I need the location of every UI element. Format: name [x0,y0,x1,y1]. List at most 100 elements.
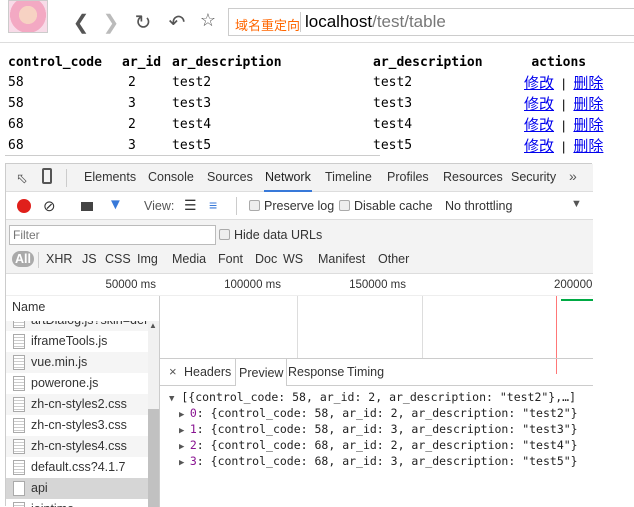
delete-link[interactable]: 删除 [573,75,603,92]
expand-triangle-icon[interactable]: ▶ [179,458,190,468]
close-icon[interactable]: × [169,364,177,379]
type-filter-manifest[interactable]: Manifest [318,252,365,266]
waterfall-view-icon[interactable]: ≡ [209,197,217,213]
type-filter-css[interactable]: CSS [105,252,131,266]
tab-network[interactable]: Network [264,170,312,192]
preview-item[interactable]: ▶ 0: {control_code: 58, ar_id: 2, ar_des… [179,406,578,420]
request-row[interactable]: zh-cn-styles3.css [6,415,148,436]
edit-link[interactable]: 修改 [524,138,554,155]
type-filter-other[interactable]: Other [378,252,409,266]
request-row[interactable]: zh-cn-styles2.css [6,394,148,415]
clear-icon[interactable]: ⊘ [43,197,56,215]
more-tabs-icon[interactable]: » [569,168,577,184]
scroll-up-icon[interactable]: ▲ [149,321,157,330]
type-filter-xhr[interactable]: XHR [46,252,72,266]
url-text[interactable]: localhost/test/table [305,12,446,32]
tab-elements[interactable]: Elements [84,170,136,184]
expand-triangle-icon[interactable]: ▼ [169,394,174,404]
request-row[interactable]: iframeTools.js [6,331,148,352]
detail-tab-timing[interactable]: Timing [347,365,384,379]
preview-root[interactable]: ▼ [{control_code: 58, ar_id: 2, ar_descr… [169,390,576,404]
edit-link[interactable]: 修改 [524,75,554,92]
cell-ar-id: 3 [128,96,136,111]
throttling-select[interactable]: No throttling [445,199,512,213]
file-icon [13,460,25,475]
detail-tab-headers[interactable]: Headers [184,365,231,379]
edit-link[interactable]: 修改 [524,117,554,134]
type-filter-js[interactable]: JS [82,252,97,266]
type-filter-all[interactable]: All [12,251,34,267]
item-value: {control_code: 58, ar_id: 3, ar_descript… [210,422,578,436]
device-mode-icon[interactable] [42,168,52,184]
type-filter-font[interactable]: Font [218,252,243,266]
item-index: 1 [189,422,197,436]
tab-console[interactable]: Console [148,170,194,184]
separator: | [562,118,566,133]
cell-ar-description-2: test3 [373,96,413,111]
filter-funnel-icon[interactable]: ▼ [108,196,123,213]
filter-input[interactable] [9,225,216,245]
file-icon [13,376,25,391]
colon: : [196,454,211,468]
undo-icon[interactable]: ↶ [166,10,188,35]
request-row[interactable]: artDialog.js?skin=default [6,321,148,331]
scrollbar-thumb[interactable] [148,409,159,507]
reload-icon[interactable]: ↻ [132,10,154,35]
request-row[interactable]: api [6,478,148,499]
cell-ar-description-2: test4 [373,117,413,132]
preview-item[interactable]: ▶ 1: {control_code: 58, ar_id: 3, ar_des… [179,422,578,436]
tab-resources[interactable]: Resources [443,170,503,184]
preview-item[interactable]: ▶ 2: {control_code: 68, ar_id: 2, ar_des… [179,438,578,452]
preview-item[interactable]: ▶ 3: {control_code: 68, ar_id: 3, ar_des… [179,454,578,468]
type-filter-img[interactable]: Img [137,252,158,266]
tab-profiles[interactable]: Profiles [387,170,429,184]
type-filter-media[interactable]: Media [172,252,206,266]
detail-tab-preview[interactable]: Preview [235,358,288,386]
preserve-log-checkbox[interactable]: Preserve log [249,199,334,213]
edit-link[interactable]: 修改 [524,96,554,113]
request-row[interactable]: zh-cn-styles4.css [6,436,148,457]
request-row[interactable]: powerone.js [6,373,148,394]
hide-data-urls-checkbox[interactable]: Hide data URLs [219,228,322,242]
view-label: View: [144,199,175,213]
expand-triangle-icon[interactable]: ▶ [179,410,190,420]
inspect-icon[interactable]: ⬁ [16,170,28,187]
item-value: {control_code: 68, ar_id: 3, ar_descript… [210,454,578,468]
request-name: vue.min.js [31,355,88,369]
delete-link[interactable]: 删除 [573,117,603,134]
request-details: × Headers Preview Response Timing ▼ [{contr… [160,358,593,507]
request-row[interactable]: vue.min.js [6,352,148,373]
expand-triangle-icon[interactable]: ▶ [179,442,190,452]
colon: : [196,406,211,420]
delete-link[interactable]: 删除 [573,138,603,155]
scrollbar[interactable]: ▲ [148,321,159,507]
star-icon[interactable]: ☆ [197,10,219,31]
hide-data-urls-label: Hide data URLs [234,228,323,242]
tab-timeline[interactable]: Timeline [325,170,372,184]
file-icon [13,439,25,454]
expand-triangle-icon[interactable]: ▶ [179,426,190,436]
name-column-header[interactable]: Name [12,300,45,314]
detail-tab-response[interactable]: Response [288,365,344,379]
item-value: {control_code: 68, ar_id: 2, ar_descript… [210,438,578,452]
dropdown-arrow-icon[interactable]: ▼ [571,198,582,210]
record-icon[interactable] [17,199,31,213]
type-filter-doc[interactable]: Doc [255,252,277,266]
tab-sources[interactable]: Sources [207,170,253,184]
request-row[interactable]: default.css?4.1.7 [6,457,148,478]
back-icon[interactable]: ❮ [70,10,92,35]
cell-control-code: 68 [8,117,24,132]
screenshot-camera-icon[interactable] [81,202,93,211]
disable-cache-checkbox[interactable]: Disable cache [339,199,433,213]
list-view-icon[interactable]: ☰ [184,197,197,214]
type-filter-ws[interactable]: WS [283,252,303,266]
cell-ar-description-2: test2 [373,75,413,90]
forward-icon[interactable]: ❯ [100,10,122,35]
profile-avatar[interactable] [8,0,48,33]
tab-security[interactable]: Security [511,170,556,184]
timeline-bar [561,299,593,301]
timeline-tick: 100000 ms [224,279,281,291]
colon: : [196,438,211,452]
delete-link[interactable]: 删除 [573,96,603,113]
address-bar[interactable]: 域名重定向 localhost/test/table [228,8,634,36]
